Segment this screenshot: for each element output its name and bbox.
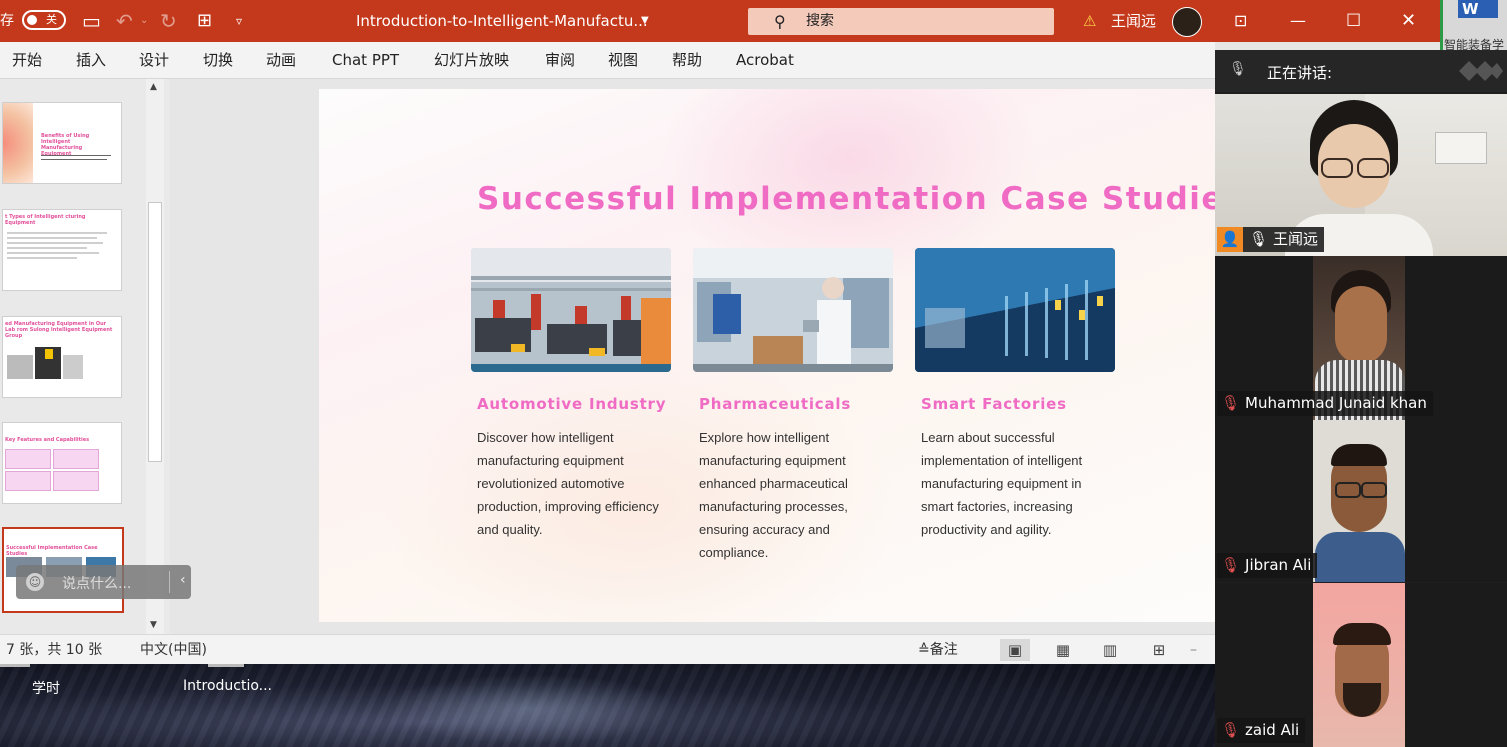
chat-placeholder[interactable]: 说点什么... — [62, 573, 131, 593]
emoji-icon[interactable]: ☺ — [26, 573, 44, 591]
host-icon: 👤 — [1217, 227, 1243, 252]
microphone-icon: 🎙 — [1249, 230, 1269, 248]
case-heading-automotive[interactable]: Automotive Industry — [477, 395, 666, 413]
speaking-label: 正在讲话: — [1267, 64, 1333, 82]
scrollbar-thumb[interactable] — [148, 202, 162, 462]
ribbon-tabs: 开始 插入 设计 切换 动画 Chat PPT 幻灯片放映 审阅 视图 帮助 A… — [0, 42, 1215, 79]
autosave-label: 存 — [0, 13, 14, 29]
participant-name: 👤 🎙 王闻远 — [1217, 227, 1325, 252]
scroll-down-icon[interactable]: ▼ — [150, 620, 157, 630]
tab-insert[interactable]: 插入 — [76, 42, 106, 78]
slide-counter: 7 张，共 10 张 — [6, 642, 103, 658]
tab-transitions[interactable]: 切换 — [203, 42, 233, 78]
slide-thumbnail[interactable]: t Types of Intelligent cturing Equipment — [2, 209, 122, 291]
title-bar: 存 关 ▭ ↶ ⌄ ↻ ⊞ ▿ Introduction-to-Intellig… — [0, 0, 1440, 42]
case-heading-pharmaceuticals[interactable]: Pharmaceuticals — [699, 395, 851, 413]
muted-microphone-icon: 🎙 — [1221, 394, 1241, 412]
participant-tile[interactable]: 🎙 zaid Ali — [1215, 583, 1507, 747]
taskbar-item-xueshi[interactable]: 学时 — [32, 678, 60, 698]
present-icon[interactable]: ⊞ — [197, 0, 212, 42]
status-bar: 7 张，共 10 张 中文(中国) ≙备注 ▣ ▦ ▥ ⊞ – — [0, 634, 1215, 665]
slide-sorter-icon[interactable]: ▦ — [1048, 639, 1078, 661]
slide-thumbnail-pane: Benefits of Using Intelligent Manufactur… — [0, 79, 170, 634]
tab-animations[interactable]: 动画 — [266, 42, 296, 78]
participant-tile[interactable]: 🎙 Jibran Ali — [1215, 420, 1507, 582]
scroll-up-icon[interactable]: ▲ — [150, 82, 157, 92]
tab-review[interactable]: 审阅 — [545, 42, 575, 78]
avatar[interactable] — [1172, 7, 1202, 37]
automotive-factory-image[interactable] — [471, 248, 671, 372]
undo-dropdown-icon[interactable]: ⌄ — [140, 0, 148, 42]
chat-input-overlay[interactable]: ☺ 说点什么... ‹ — [16, 565, 191, 599]
thumbnail-scrollbar[interactable]: ▲ ▼ — [146, 79, 164, 634]
windows-taskbar: 学时 Introductio... — [0, 664, 1215, 747]
slideshow-view-icon[interactable]: ⊞ — [1144, 639, 1174, 661]
normal-view-icon[interactable]: ▣ — [1000, 639, 1030, 661]
language-indicator[interactable]: 中文(中国) — [140, 635, 207, 665]
slide-thumbnail[interactable]: Key Features and Capabilities — [2, 422, 122, 504]
ribbon-display-icon[interactable]: ⊡ — [1234, 0, 1247, 42]
speaking-header: 🎙 正在讲话: — [1215, 50, 1507, 92]
participant-tile[interactable]: 👤 🎙 王闻远 — [1215, 94, 1507, 256]
warning-icon: ⚠ — [1083, 12, 1097, 30]
case-heading-smart-factories[interactable]: Smart Factories — [921, 395, 1067, 413]
title-dropdown-icon[interactable]: ▼ — [641, 0, 649, 42]
save-icon[interactable]: ▭ — [82, 0, 101, 42]
slide-title[interactable]: Successful Implementation Case Studies — [477, 181, 1215, 217]
maximize-icon[interactable]: ☐ — [1346, 0, 1361, 42]
tab-view[interactable]: 视图 — [608, 42, 638, 78]
participant-tile[interactable]: 🎙 Muhammad Junaid khan — [1215, 256, 1507, 420]
smart-factory-image[interactable] — [915, 248, 1115, 372]
collapse-chevron-icon[interactable]: ‹ — [180, 572, 186, 588]
slide-thumbnail[interactable]: Benefits of Using Intelligent Manufactur… — [2, 102, 122, 184]
zoom-slider-minus[interactable]: – — [1190, 635, 1197, 665]
taskbar-item-introduction[interactable]: Introductio... — [183, 678, 272, 694]
microphone-icon: 🎙 — [1229, 61, 1247, 77]
search-icon: ⚲ — [774, 12, 786, 31]
tab-slideshow[interactable]: 幻灯片放映 — [434, 42, 509, 78]
participant-name: 🎙 Muhammad Junaid khan — [1217, 391, 1433, 416]
case-body-automotive[interactable]: Discover how intelligent manufacturing e… — [477, 426, 677, 541]
minimize-icon[interactable]: — — [1290, 0, 1306, 42]
undo-icon[interactable]: ↶ — [116, 0, 133, 42]
tab-chatppt[interactable]: Chat PPT — [332, 42, 399, 78]
muted-microphone-icon: 🎙 — [1221, 721, 1241, 739]
tab-help[interactable]: 帮助 — [672, 42, 702, 78]
word-app-icon[interactable]: W — [1458, 0, 1498, 18]
search-input[interactable]: ⚲ 搜索 — [748, 8, 1054, 35]
pharmaceutical-lab-image[interactable] — [693, 248, 893, 372]
slide-thumbnail[interactable]: ed Manufacturing Equipment in Our Lab ro… — [2, 316, 122, 398]
meeting-panel: 🎙 正在讲话: 👤 🎙 王闻远 🎙 Muhammad Junaid khan 🎙 Jib… — [1215, 50, 1507, 747]
tab-design[interactable]: 设计 — [139, 42, 169, 78]
participant-name: 🎙 Jibran Ali — [1217, 553, 1318, 578]
user-name[interactable]: 王闻远 — [1111, 0, 1156, 42]
reading-view-icon[interactable]: ▥ — [1095, 639, 1125, 661]
slide: Successful Implementation Case Studies A… — [319, 89, 1215, 622]
tab-acrobat[interactable]: Acrobat — [736, 42, 794, 78]
muted-microphone-icon: 🎙 — [1221, 556, 1241, 574]
case-body-pharmaceuticals[interactable]: Explore how intelligent manufacturing eq… — [699, 426, 889, 564]
redo-icon[interactable]: ↻ — [160, 0, 177, 42]
close-icon[interactable]: ✕ — [1401, 0, 1416, 42]
tab-home[interactable]: 开始 — [12, 42, 42, 78]
customize-toolbar-icon[interactable]: ▿ — [236, 0, 242, 42]
participant-name: 🎙 zaid Ali — [1217, 718, 1306, 743]
case-body-smart-factories[interactable]: Learn about successful implementation of… — [921, 426, 1111, 541]
autosave-toggle[interactable]: 关 — [22, 10, 66, 30]
document-title[interactable]: Introduction-to-Intelligent-Manufactu... — [356, 0, 648, 42]
notes-button[interactable]: ≙备注 — [918, 635, 958, 665]
